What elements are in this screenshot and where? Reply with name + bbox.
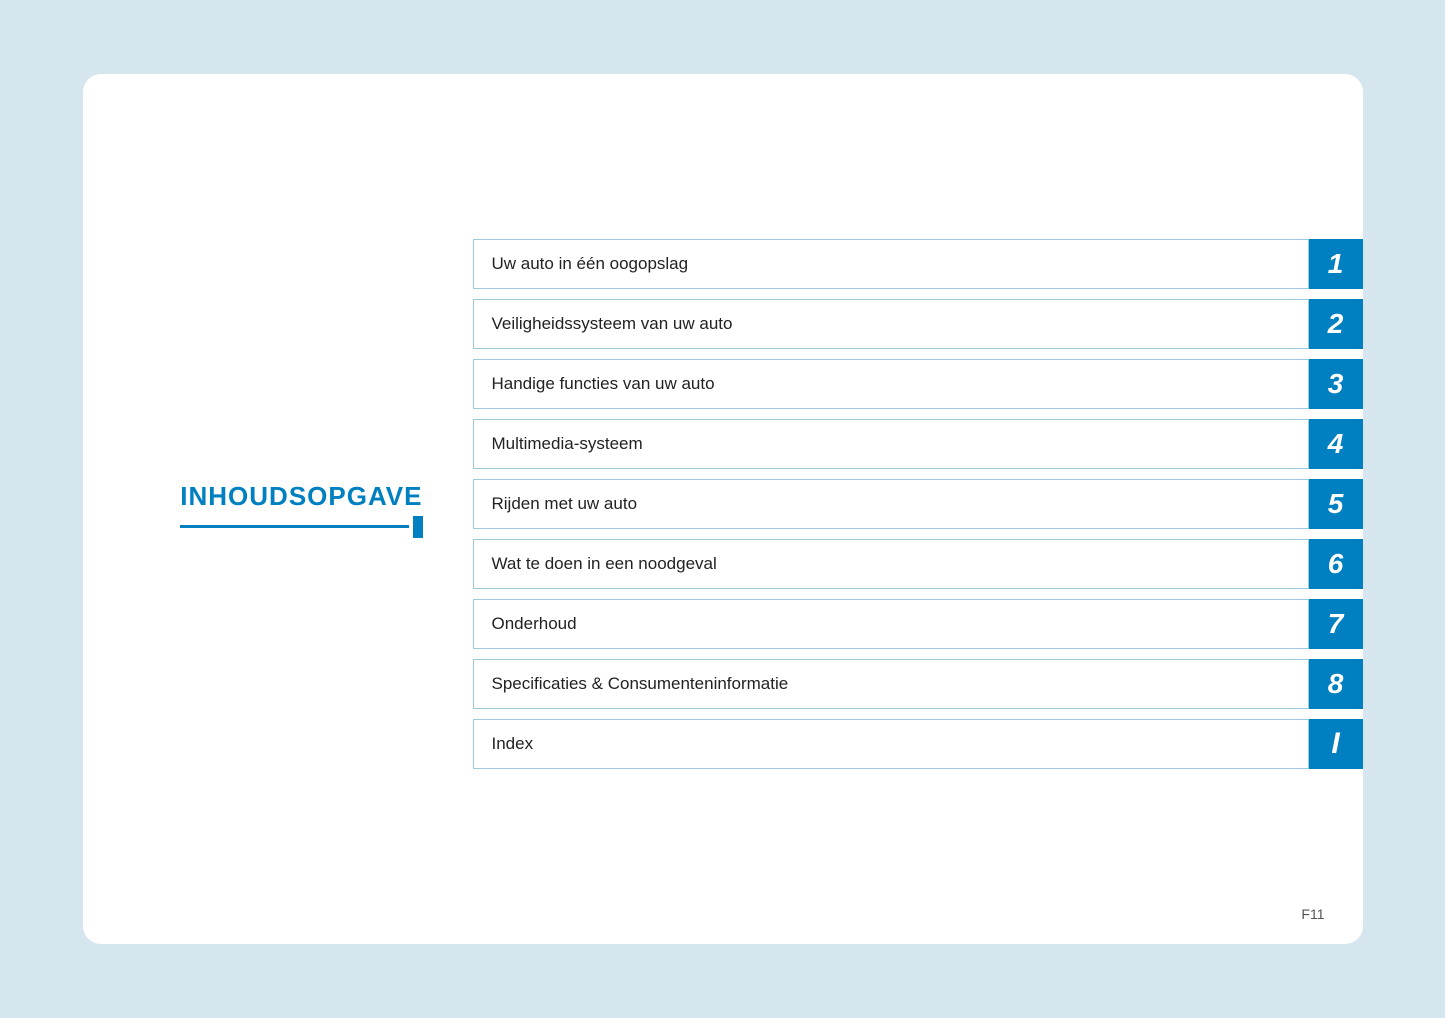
toc-row[interactable]: IndexI bbox=[473, 719, 1363, 769]
toc-number: 3 bbox=[1309, 359, 1363, 409]
toc-label: Multimedia-systeem bbox=[473, 419, 1309, 469]
left-panel: INHOUDSOPGAVE bbox=[83, 74, 463, 944]
toc-row[interactable]: Handige functies van uw auto3 bbox=[473, 359, 1363, 409]
toc-row[interactable]: Specificaties & Consumenteninformatie8 bbox=[473, 659, 1363, 709]
page-container: INHOUDSOPGAVE Uw auto in één oogopslag1V… bbox=[83, 74, 1363, 944]
title-square bbox=[413, 516, 423, 538]
right-panel: Uw auto in één oogopslag1Veiligheidssyst… bbox=[463, 74, 1363, 944]
toc-label: Onderhoud bbox=[473, 599, 1309, 649]
toc-row[interactable]: Veiligheidssysteem van uw auto2 bbox=[473, 299, 1363, 349]
toc-row[interactable]: Wat te doen in een noodgeval6 bbox=[473, 539, 1363, 589]
toc-label: Specificaties & Consumenteninformatie bbox=[473, 659, 1309, 709]
toc-number: 5 bbox=[1309, 479, 1363, 529]
toc-number: 8 bbox=[1309, 659, 1363, 709]
toc-label: Rijden met uw auto bbox=[473, 479, 1309, 529]
toc-label: Index bbox=[473, 719, 1309, 769]
toc-row[interactable]: Uw auto in één oogopslag1 bbox=[473, 239, 1363, 289]
toc-row[interactable]: Multimedia-systeem4 bbox=[473, 419, 1363, 469]
toc-row[interactable]: Rijden met uw auto5 bbox=[473, 479, 1363, 529]
toc-number: I bbox=[1309, 719, 1363, 769]
toc-row[interactable]: Onderhoud7 bbox=[473, 599, 1363, 649]
toc-label: Handige functies van uw auto bbox=[473, 359, 1309, 409]
toc-number: 6 bbox=[1309, 539, 1363, 589]
toc-number: 4 bbox=[1309, 419, 1363, 469]
toc-label: Wat te doen in een noodgeval bbox=[473, 539, 1309, 589]
toc-number: 2 bbox=[1309, 299, 1363, 349]
title-underline bbox=[180, 525, 408, 528]
toc-number: 7 bbox=[1309, 599, 1363, 649]
title-underline-wrapper bbox=[180, 516, 422, 538]
page-title: INHOUDSOPGAVE bbox=[180, 481, 422, 512]
footer-text: F11 bbox=[1301, 906, 1324, 922]
title-block: INHOUDSOPGAVE bbox=[180, 481, 422, 538]
toc-number: 1 bbox=[1309, 239, 1363, 289]
toc-label: Veiligheidssysteem van uw auto bbox=[473, 299, 1309, 349]
toc-label: Uw auto in één oogopslag bbox=[473, 239, 1309, 289]
